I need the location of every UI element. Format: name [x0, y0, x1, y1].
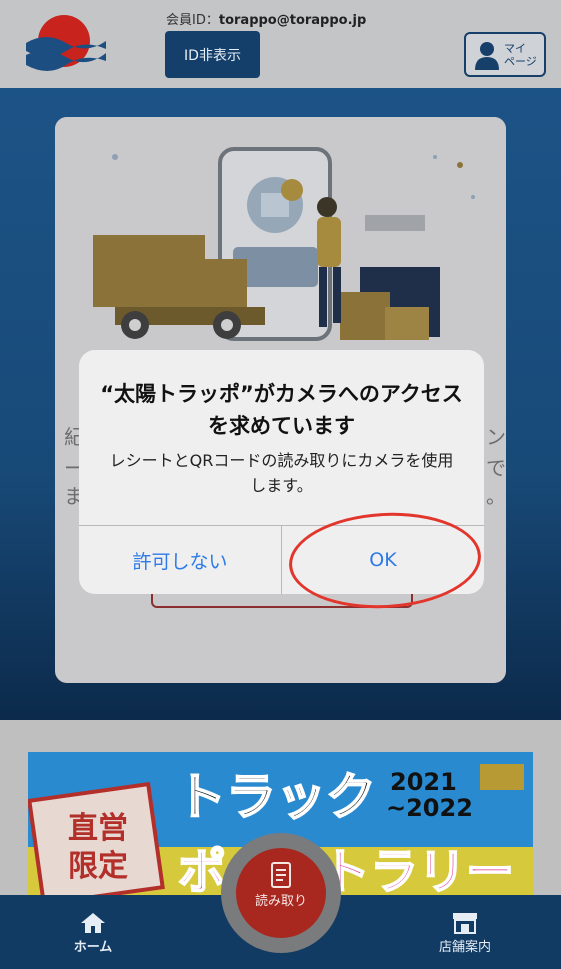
- banner-year-bottom: ~2022: [386, 794, 473, 822]
- mypage-label: マイ ページ: [504, 41, 537, 68]
- tab-stores[interactable]: 店舗案内: [430, 912, 500, 955]
- store-icon: [453, 913, 477, 934]
- id-hide-button[interactable]: ID非表示: [165, 31, 260, 78]
- user-icon: [475, 41, 499, 70]
- dialog-title: “太陽トラッポ”がカメラへのアクセスを求めています: [100, 382, 463, 438]
- tab-stores-label: 店舗案内: [438, 940, 491, 955]
- banner-badge-line1: 直営: [68, 811, 128, 846]
- app-header: 会員ID：torappo@torappo.jp ID非表示 マイ ページ: [0, 0, 561, 88]
- delivery-illustration: [55, 117, 506, 347]
- banner-headline: トラック: [176, 768, 376, 826]
- deny-button[interactable]: 許可しない: [79, 526, 281, 594]
- tab-home-label: ホーム: [73, 940, 113, 955]
- background-text-fragment: ン: [486, 425, 506, 449]
- scan-label: 読み取り: [254, 894, 307, 909]
- member-id-value: torappo@torappo.jp: [218, 13, 367, 28]
- banner-year-top: 2021: [390, 768, 457, 796]
- mypage-button[interactable]: マイ ページ: [464, 32, 546, 77]
- home-icon: [81, 913, 105, 933]
- tab-home[interactable]: ホーム: [68, 912, 118, 955]
- app-logo: [26, 15, 106, 71]
- member-id-text: 会員ID：torappo@torappo.jp: [166, 9, 366, 28]
- background-text-fragment: 。: [486, 484, 506, 508]
- scan-button[interactable]: 読み取り: [236, 848, 326, 938]
- banner-badge-line2: 限定: [68, 849, 128, 884]
- background-text-fragment: で: [486, 456, 506, 480]
- receipt-icon: [271, 862, 291, 888]
- dialog-message: レシートとQRコードの読み取りにカメラを使用します。: [109, 451, 454, 495]
- member-label: 会員ID：: [166, 13, 219, 28]
